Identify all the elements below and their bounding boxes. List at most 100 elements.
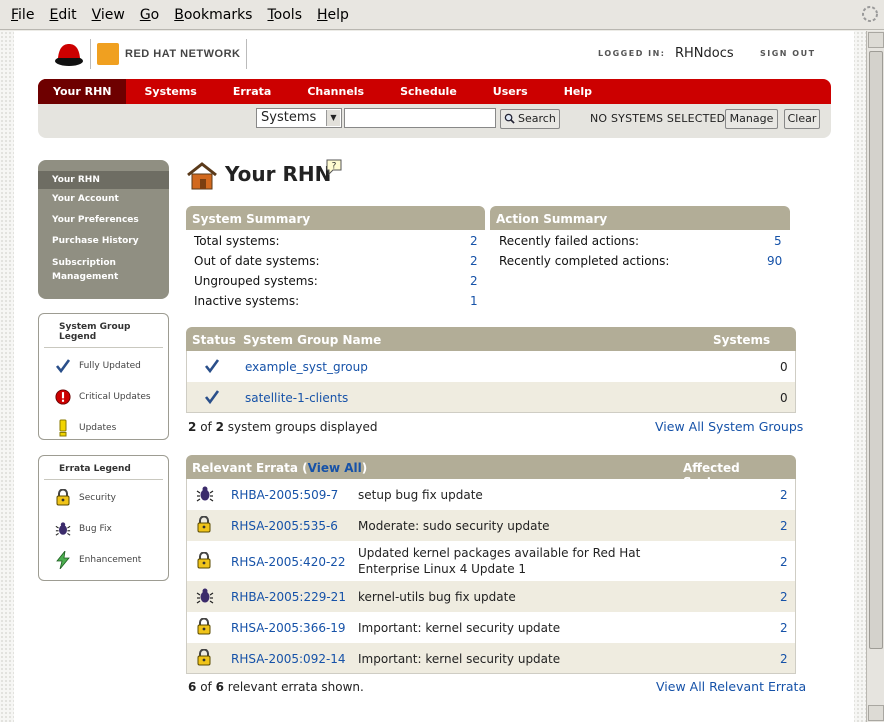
summary-value-link[interactable]: 90 [767,254,782,268]
group-link[interactable]: satellite-1-clients [245,391,348,405]
rhn-logo-icon [97,43,119,65]
errata-link[interactable]: RHBA-2005:509-7 [231,488,338,502]
rhn-logo[interactable]: RED HAT NETWORK [90,39,248,69]
tab-systems[interactable]: Systems [126,79,214,104]
bug-icon [55,520,71,538]
group-systems-count: 0 [780,391,788,405]
tab-help[interactable]: Help [546,79,610,104]
relevant-errata-table: Relevant Errata (View All) Affected Syst… [186,455,796,674]
search-button[interactable]: Search [500,109,560,129]
affected-systems-link[interactable]: 2 [780,519,788,533]
errata-synopsis: kernel-utils bug fix update [358,590,516,604]
sidebar-item-subscription-management[interactable]: Subscription Management [38,252,169,284]
view-all-system-groups-link[interactable]: View All System Groups [655,419,803,434]
errata-link[interactable]: RHSA-2005:092-14 [231,652,346,666]
menu-go[interactable]: Go [140,7,159,23]
errata-synopsis: Moderate: sudo security update [358,519,550,533]
errata-link[interactable]: RHSA-2005:366-19 [231,621,346,635]
lock-icon [197,618,211,635]
view-all-errata-inline-link[interactable]: View All [308,461,362,475]
table-row: satellite-1-clients 0 [186,382,796,413]
chevron-down-icon[interactable]: ▼ [326,110,340,126]
sidebar-item-label: Subscription [52,258,116,268]
sign-out-link[interactable]: SIGN OUT [760,49,816,58]
table-row: RHBA-2005:509-7 setup bug fix update 2 [186,479,796,510]
warning-icon [55,419,71,437]
lightning-icon [55,550,71,569]
sidebar-nav: Your RHN Your Account Your Preferences P… [38,160,169,299]
summary-value-link[interactable]: 2 [470,234,478,248]
errata-link[interactable]: RHSA-2005:420-22 [231,555,346,569]
summary-value-link[interactable]: 1 [470,294,478,308]
affected-systems-link[interactable]: 2 [780,652,788,666]
table-header: Relevant Errata (View All) Affected Syst… [186,455,796,489]
search-scope-select[interactable]: Systems ▼ [256,108,342,128]
tab-errata[interactable]: Errata [215,79,289,104]
action-summary-header: Action Summary [490,206,790,230]
tab-your-rhn[interactable]: Your RHN [38,79,127,104]
table-row: example_syst_group 0 [186,351,796,382]
errata-legend: Errata Legend Security Bug Fix Enhanceme… [38,455,169,581]
legend-item: Fully Updated [39,350,168,381]
affected-systems-link[interactable]: 2 [780,555,788,569]
checkmark-icon [204,390,220,405]
tab-channels[interactable]: Channels [289,79,382,104]
system-groups-table: Status System Group Name Systems example… [186,327,796,413]
errata-link[interactable]: RHBA-2005:229-21 [231,590,346,604]
search-button-label: Search [518,112,556,125]
errata-link[interactable]: RHSA-2005:535-6 [231,519,338,533]
view-all-relevant-errata-link[interactable]: View All Relevant Errata [656,679,806,694]
scrollbar-thumb[interactable] [869,51,883,649]
summary-value-link[interactable]: 5 [774,234,782,248]
legend-item: Bug Fix [39,513,168,544]
col-systems: Systems [713,333,771,347]
scroll-down-button[interactable] [868,705,884,721]
summary-label: Total systems: [194,234,280,248]
legend-item: Critical Updates [39,381,168,412]
menu-file[interactable]: File [11,7,34,23]
affected-systems-link[interactable]: 2 [780,621,788,635]
search-input[interactable] [344,108,496,128]
page-viewport: RED HAT NETWORK LOGGED IN: RHNdocs SIGN … [0,31,866,722]
group-systems-count: 0 [780,360,788,374]
manage-button[interactable]: Manage [725,109,778,129]
checkmark-icon [55,357,71,375]
sidebar-item-your-rhn[interactable]: Your RHN [38,171,169,189]
col-status: Status [192,333,236,347]
menu-tools[interactable]: Tools [267,7,302,23]
rhn-logo-text: RED HAT NETWORK [125,48,241,60]
summary-value-link[interactable]: 2 [470,254,478,268]
page-content: RED HAT NETWORK LOGGED IN: RHNdocs SIGN … [14,31,854,722]
affected-systems-link[interactable]: 2 [780,488,788,502]
checkmark-icon [204,359,220,374]
no-systems-selected: NO SYSTEMS SELECTED [590,112,726,125]
table-row: RHSA-2005:366-19 Important: kernel secur… [186,612,796,643]
browser-menubar: File Edit View Go Bookmarks Tools Help [0,0,884,30]
sidebar-item-your-preferences[interactable]: Your Preferences [38,210,169,231]
summary-value-link[interactable]: 2 [470,274,478,288]
menu-bookmarks[interactable]: Bookmarks [174,7,252,23]
menu-help[interactable]: Help [317,7,349,23]
clear-button[interactable]: Clear [784,109,820,129]
group-link[interactable]: example_syst_group [245,360,368,374]
summary-label: Recently completed actions: [499,254,670,268]
help-icon[interactable]: ? [325,158,343,176]
sidebar-item-purchase-history[interactable]: Purchase History [38,231,169,252]
col-group-name: System Group Name [243,333,382,347]
sidebar-item-your-account[interactable]: Your Account [38,189,169,210]
tab-users[interactable]: Users [475,79,546,104]
home-icon [187,162,217,190]
menu-edit[interactable]: Edit [49,7,76,23]
system-group-legend: System Group Legend Fully Updated Critic… [38,313,169,440]
scroll-up-button[interactable] [868,32,884,48]
errata-title: Relevant Errata (View All) [192,461,368,475]
errata-synopsis-line2: Enterprise Linux 4 Update 1 [358,562,527,576]
table-row: RHBA-2005:229-21 kernel-utils bug fix up… [186,581,796,612]
errata-synopsis: setup bug fix update [358,488,483,502]
tab-schedule[interactable]: Schedule [382,79,475,104]
menu-view[interactable]: View [92,7,125,23]
affected-systems-link[interactable]: 2 [780,590,788,604]
vertical-scrollbar[interactable] [866,31,884,722]
logged-in-label: LOGGED IN: [598,49,666,58]
logged-in-username: RHNdocs [675,46,734,61]
